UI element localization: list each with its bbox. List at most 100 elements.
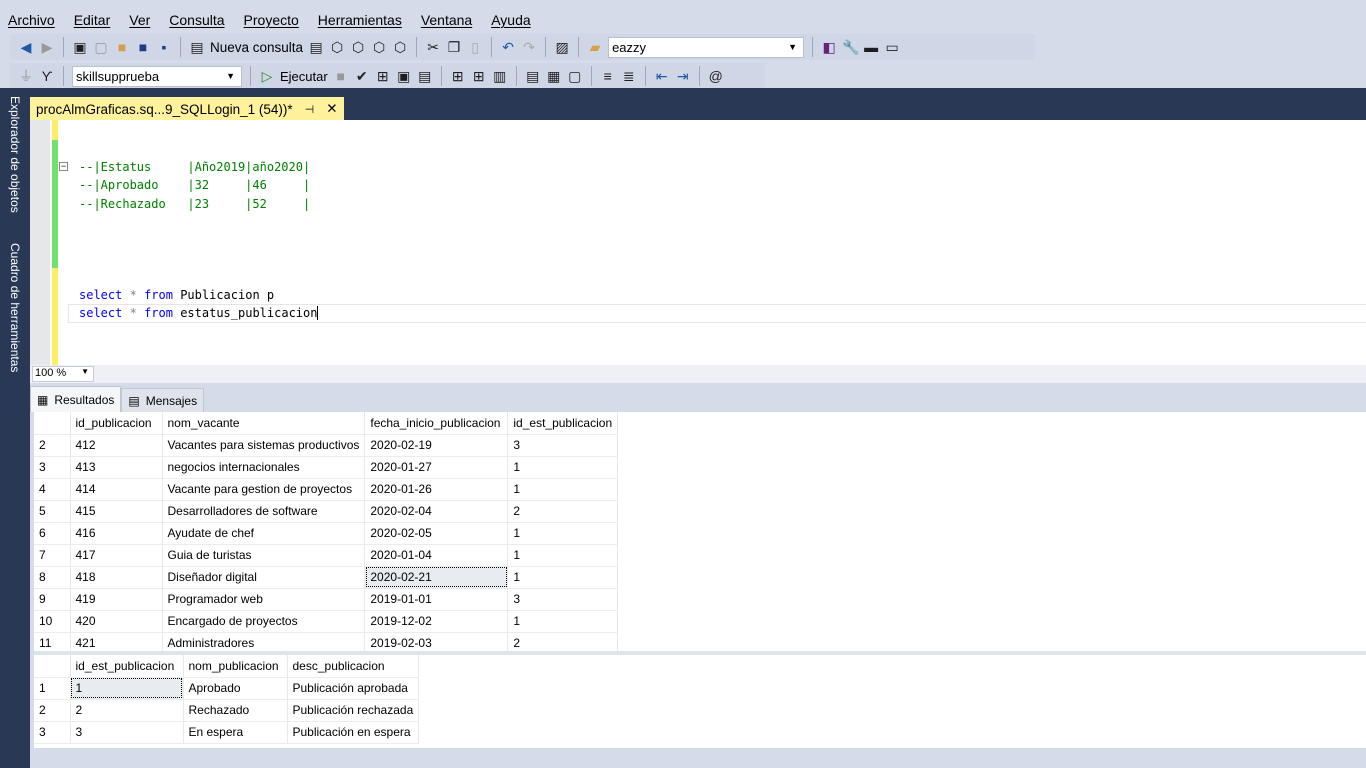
results-to-text-icon[interactable]: ▤ xyxy=(525,68,541,84)
table-cell[interactable]: Programador web xyxy=(162,588,366,611)
toolbox-icon[interactable]: ▬ xyxy=(863,39,879,55)
change-connection-icon[interactable]: ϒ xyxy=(39,68,55,84)
table-cell[interactable]: Rechazado xyxy=(183,699,288,722)
client-stats-icon[interactable]: ▥ xyxy=(492,68,508,84)
redo-icon[interactable]: ↷ xyxy=(521,39,537,55)
column-header[interactable]: id_publicacion xyxy=(70,412,163,435)
table-cell[interactable]: 412 xyxy=(70,434,163,457)
column-header[interactable]: fecha_inicio_publicacion xyxy=(364,412,509,435)
table-cell[interactable]: 2 xyxy=(507,500,619,523)
table-cell[interactable]: 419 xyxy=(70,588,163,611)
table-cell[interactable]: 2020-01-04 xyxy=(364,544,509,567)
new-query-button[interactable]: Nueva consulta xyxy=(210,40,303,55)
table-cell[interactable]: 2019-12-02 xyxy=(364,610,509,633)
query-options-icon[interactable]: ▣ xyxy=(396,68,412,84)
find-in-files-icon[interactable]: ▰ xyxy=(587,39,603,55)
forward-icon[interactable]: ▶ xyxy=(39,39,55,55)
row-number[interactable]: 2 xyxy=(34,434,71,457)
table-cell[interactable]: Vacante para gestion de proyectos xyxy=(162,478,366,501)
connect-icon[interactable]: ⏚ xyxy=(18,68,34,84)
object-explorer-tab[interactable]: Explorador de objetos xyxy=(8,96,22,213)
paste-icon[interactable]: ▯ xyxy=(467,39,483,55)
table-cell[interactable]: 420 xyxy=(70,610,163,633)
undo-icon[interactable]: ↶ xyxy=(500,39,516,55)
table-cell[interactable]: En espera xyxy=(183,721,288,744)
table-cell[interactable]: 3 xyxy=(70,721,184,744)
table-cell[interactable]: 413 xyxy=(70,456,163,479)
table-cell[interactable]: 2019-01-01 xyxy=(364,588,509,611)
database-engine-query-icon[interactable]: ▤ xyxy=(308,39,324,55)
table-cell[interactable]: Desarrolladores de software xyxy=(162,500,366,523)
row-number[interactable]: 5 xyxy=(34,500,71,523)
uncomment-icon[interactable]: ≣ xyxy=(621,68,637,84)
menu-ayuda[interactable]: Ayuda xyxy=(483,12,541,28)
menu-consulta[interactable]: Consulta xyxy=(161,12,235,28)
row-number[interactable]: 1 xyxy=(34,677,71,700)
results-to-file-icon[interactable]: ▢ xyxy=(567,68,583,84)
intellisense-icon[interactable]: ▤ xyxy=(417,68,433,84)
vs-icon[interactable]: ◧ xyxy=(821,39,837,55)
table-cell[interactable]: 1 xyxy=(507,544,619,567)
row-number[interactable]: 9 xyxy=(34,588,71,611)
table-cell[interactable]: 1 xyxy=(507,456,619,479)
table-cell[interactable]: 2020-02-21 xyxy=(364,566,509,589)
table-cell[interactable]: 416 xyxy=(70,522,163,545)
table-cell[interactable]: 2020-01-26 xyxy=(364,478,509,501)
cut-icon[interactable]: ✂ xyxy=(425,39,441,55)
wrench-icon[interactable]: 🔧 xyxy=(842,39,859,55)
document-tab[interactable]: procAlmGraficas.sq...9_SQLLogin_1 (54))*… xyxy=(30,97,344,121)
table-cell[interactable]: 2020-02-04 xyxy=(364,500,509,523)
row-number[interactable]: 8 xyxy=(34,566,71,589)
parse-checkmark-icon[interactable]: ✔ xyxy=(354,68,370,84)
execute-button[interactable]: Ejecutar xyxy=(280,69,328,84)
table-cell[interactable]: Vacantes para sistemas productivos xyxy=(162,434,366,457)
specify-values-icon[interactable]: @ xyxy=(708,68,724,84)
table-cell[interactable]: Guia de turistas xyxy=(162,544,366,567)
table-cell[interactable]: 3 xyxy=(507,588,619,611)
menu-editar[interactable]: Editar xyxy=(66,12,122,28)
stop-icon[interactable]: ■ xyxy=(333,68,349,84)
menu-ventana[interactable]: Ventana xyxy=(413,12,483,28)
row-number[interactable]: 10 xyxy=(34,610,71,633)
dax-query-icon[interactable]: ⬡ xyxy=(392,39,408,55)
column-header[interactable]: nom_publicacion xyxy=(183,655,288,678)
add-item-icon[interactable]: ▢ xyxy=(93,39,109,55)
table-cell[interactable]: 1 xyxy=(70,677,184,700)
table-cell[interactable]: Publicación rechazada xyxy=(287,699,420,722)
row-number[interactable]: 4 xyxy=(34,478,71,501)
table-cell[interactable]: 1 xyxy=(507,522,619,545)
row-number[interactable]: 3 xyxy=(34,721,71,744)
menu-ver[interactable]: Ver xyxy=(121,12,161,28)
table-cell[interactable]: negocios internacionales xyxy=(162,456,366,479)
row-number[interactable]: 6 xyxy=(34,522,71,545)
table-cell[interactable]: Encargado de proyectos xyxy=(162,610,366,633)
dmx-query-icon[interactable]: ⬡ xyxy=(350,39,366,55)
comment-icon[interactable]: ≡ xyxy=(600,68,616,84)
table-cell[interactable]: 2 xyxy=(70,699,184,722)
table-cell[interactable]: 1 xyxy=(507,478,619,501)
column-header[interactable]: nom_vacante xyxy=(162,412,366,435)
table-cell[interactable]: 1 xyxy=(507,610,619,633)
tab-mensajes[interactable]: ▤ Mensajes xyxy=(121,388,205,412)
close-icon[interactable]: ✕ xyxy=(326,101,337,117)
row-number[interactable]: 3 xyxy=(34,456,71,479)
mdx-query-icon[interactable]: ⬡ xyxy=(329,39,345,55)
save-all-icon[interactable]: ▪ xyxy=(156,39,172,55)
column-header[interactable]: id_est_publicacion xyxy=(70,655,184,678)
results-to-grid-icon[interactable]: ▦ xyxy=(546,68,562,84)
table-cell[interactable]: Diseñador digital xyxy=(162,566,366,589)
copy-icon[interactable]: ❐ xyxy=(446,39,462,55)
row-number[interactable]: 7 xyxy=(34,544,71,567)
increase-indent-icon[interactable]: ⇥ xyxy=(675,68,691,84)
include-plan-icon[interactable]: ⊞ xyxy=(450,68,466,84)
table-cell[interactable]: 2020-01-27 xyxy=(364,456,509,479)
back-icon[interactable]: ◀ xyxy=(18,39,34,55)
collapse-icon[interactable]: − xyxy=(59,162,68,171)
menu-proyecto[interactable]: Proyecto xyxy=(236,12,310,28)
query-editor[interactable]: − --|Estatus |Año2019|año2020| --|Aproba… xyxy=(30,120,1366,365)
zoom-select[interactable]: 100 % ▼ xyxy=(32,366,94,382)
row-number[interactable]: 2 xyxy=(34,699,71,722)
tab-resultados[interactable]: ▦ Resultados xyxy=(30,386,122,412)
table-cell[interactable]: 418 xyxy=(70,566,163,589)
table-cell[interactable]: 414 xyxy=(70,478,163,501)
